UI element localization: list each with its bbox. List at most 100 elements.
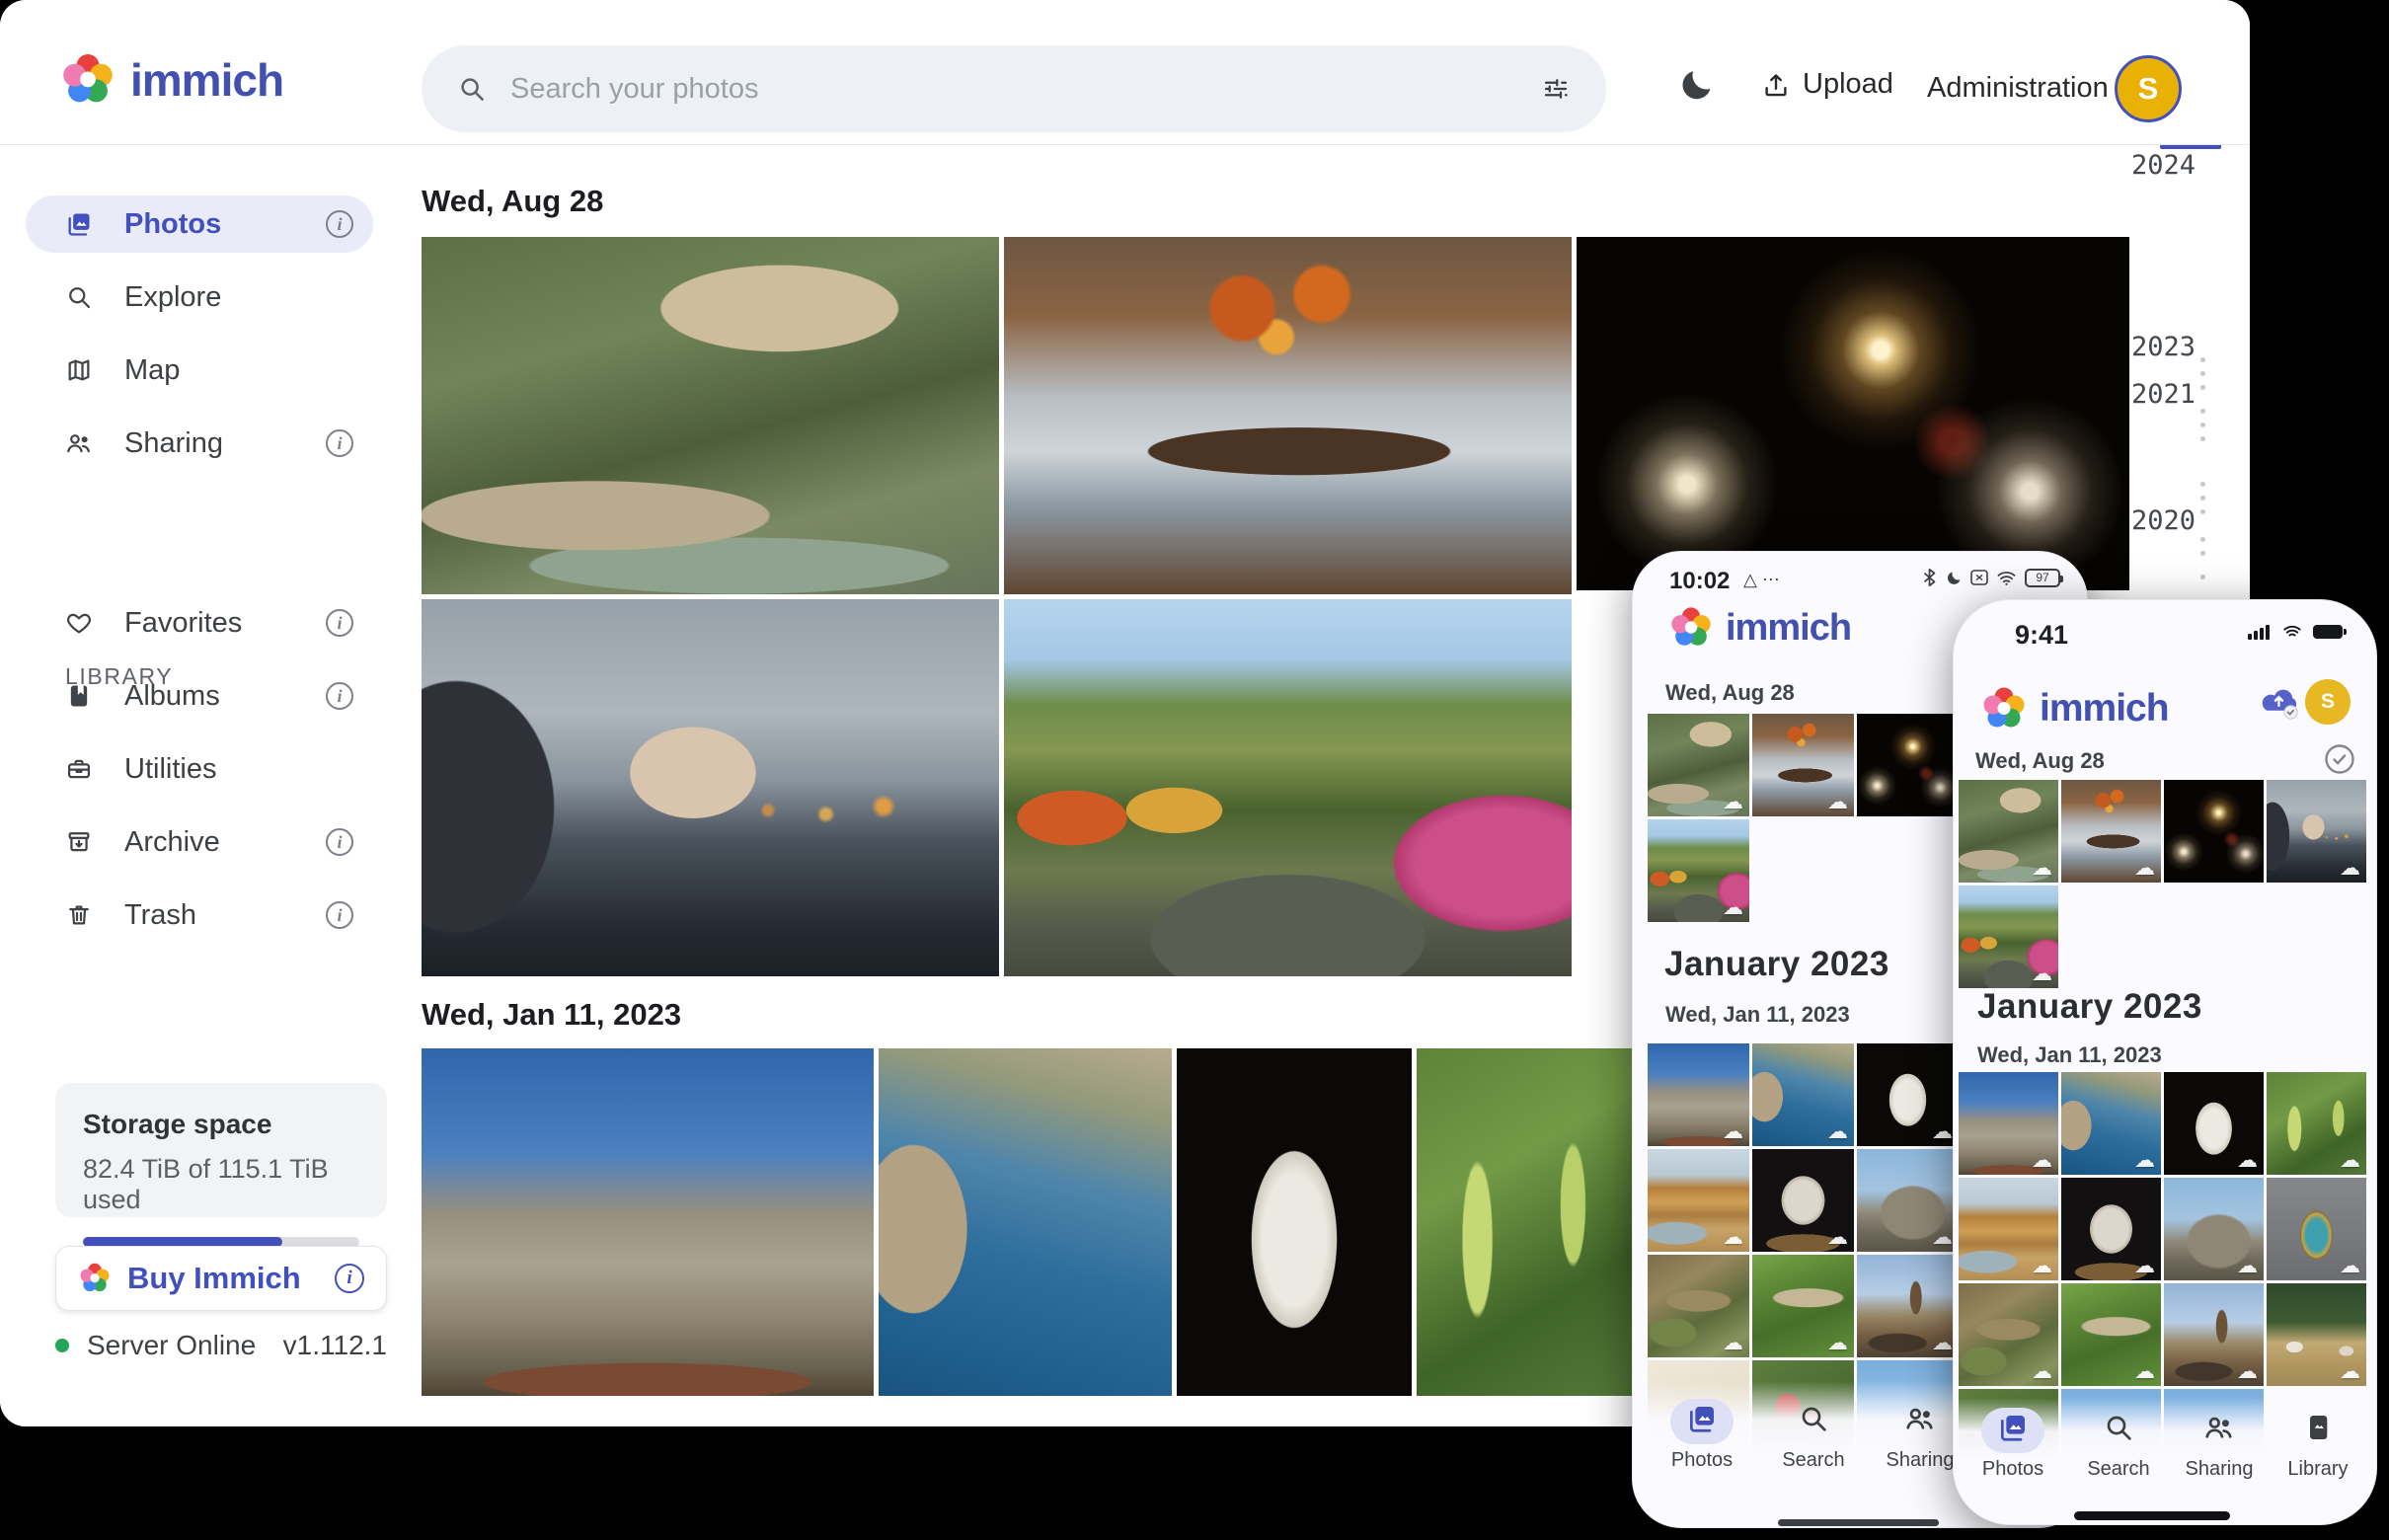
month-heading: January 2023 xyxy=(1664,945,1889,984)
timeline-year[interactable]: 2023 xyxy=(2122,332,2196,362)
bottom-nav: Photos Search Sharing Lib xyxy=(1954,1398,2376,1525)
photo-fortress[interactable] xyxy=(422,1048,874,1396)
server-online-dot xyxy=(55,1339,69,1352)
buy-immich-label: Buy Immich xyxy=(127,1261,301,1296)
photo-bust: ☁ xyxy=(2164,1072,2264,1175)
photos-icon xyxy=(65,210,93,238)
timeline-year[interactable]: 2021 xyxy=(2122,379,2196,410)
info-icon[interactable]: i xyxy=(326,609,353,637)
archive-icon xyxy=(65,828,93,856)
storage-title: Storage space xyxy=(83,1109,359,1140)
date-group-header: Wed, Aug 28 xyxy=(1975,748,2105,774)
sidebar-item-label: Photos xyxy=(124,208,221,241)
immich-flower-icon xyxy=(1668,605,1714,651)
sidebar-item-sharing[interactable]: Sharing i xyxy=(26,415,373,472)
month-heading: January 2023 xyxy=(1977,987,2202,1027)
trash-icon xyxy=(65,901,93,929)
administration-link[interactable]: Administration xyxy=(1921,71,2115,106)
photo-beach-cliff: ☁ xyxy=(1648,1149,1749,1252)
immich-flower-icon xyxy=(1980,685,2028,732)
sidebar-item-map[interactable]: Map xyxy=(26,342,373,399)
explore-search-icon xyxy=(65,283,93,311)
photo-fireworks xyxy=(1857,714,1959,816)
photo-autumn-path: ☁ xyxy=(1959,886,2058,988)
timeline-year[interactable]: 2024 xyxy=(2122,150,2196,181)
upload-button[interactable]: Upload xyxy=(1755,67,1899,102)
photo-ruins: ☁ xyxy=(1857,1149,1959,1252)
info-icon[interactable]: i xyxy=(326,210,353,238)
search-input[interactable] xyxy=(508,72,1519,107)
info-icon[interactable]: i xyxy=(326,828,353,856)
sidebar-item-label: Sharing xyxy=(124,427,223,460)
photo-monkeys[interactable] xyxy=(422,237,999,594)
logo-text: immich xyxy=(1726,607,1851,650)
theme-toggle-button[interactable] xyxy=(1672,65,1722,105)
photo-dinner: ☁ xyxy=(1752,714,1854,816)
photo-berries[interactable] xyxy=(1417,1048,1634,1396)
sidebar-item-photos[interactable]: Photos i xyxy=(26,195,373,253)
sidebar: Photos i Explore Map Sharing xyxy=(0,145,397,1426)
date-group-header: Wed, Aug 28 xyxy=(422,184,603,219)
tab-photos: Photos xyxy=(1965,1412,2060,1481)
immich-logo[interactable]: immich xyxy=(59,51,283,109)
timeline-year[interactable]: 2020 xyxy=(2122,505,2196,536)
photo-bust: ☁ xyxy=(1857,1043,1959,1146)
people-icon xyxy=(1904,1403,1936,1434)
info-icon[interactable]: i xyxy=(326,682,353,710)
moon-icon xyxy=(1946,570,1963,586)
library-icon xyxy=(2302,1412,2334,1443)
sidebar-item-favorites[interactable]: Favorites i xyxy=(26,594,373,652)
photo-lizard-moss: ☁ xyxy=(2061,1283,2161,1386)
status-system-icons xyxy=(2248,624,2343,640)
photo-hands: ☁ xyxy=(2267,780,2366,883)
wifi-icon xyxy=(1996,570,2017,586)
info-icon[interactable]: i xyxy=(326,429,353,457)
search-bar[interactable] xyxy=(422,45,1606,132)
sim-card-icon xyxy=(1970,570,1988,585)
map-icon xyxy=(65,356,93,384)
photo-lizard: ☁ xyxy=(1959,1283,2058,1386)
tab-label: Search xyxy=(1766,1449,1861,1472)
sidebar-item-utilities[interactable]: Utilities xyxy=(26,740,373,798)
tab-label: Sharing xyxy=(2172,1458,2267,1481)
photo-dinner[interactable] xyxy=(1004,237,1572,594)
photos-icon xyxy=(1997,1412,2029,1443)
search-icon xyxy=(1798,1403,1829,1434)
photo-monkeys: ☁ xyxy=(1959,780,2058,883)
sidebar-item-label: Explore xyxy=(124,281,221,314)
buy-immich-button[interactable]: Buy Immich i xyxy=(55,1246,387,1311)
info-icon[interactable]: i xyxy=(326,901,353,929)
sidebar-item-albums[interactable]: Albums i xyxy=(26,667,373,725)
people-icon xyxy=(65,429,93,457)
signal-bars-icon xyxy=(2248,624,2272,640)
upload-icon xyxy=(1761,70,1791,100)
photo-ornate-tower: ☁ xyxy=(2267,1178,2366,1280)
sidebar-item-archive[interactable]: Archive i xyxy=(26,813,373,871)
photo-ruins: ☁ xyxy=(2164,1178,2264,1280)
photo-bust[interactable] xyxy=(1177,1048,1412,1396)
server-status-label: Server Online xyxy=(87,1330,256,1361)
user-avatar[interactable]: S xyxy=(2115,55,2182,122)
photo-hands[interactable] xyxy=(422,599,999,976)
tab-search: Search xyxy=(2071,1412,2166,1481)
tab-label: Photos xyxy=(1655,1449,1749,1472)
search-filters-icon[interactable] xyxy=(1541,74,1571,104)
cloud-backup-icon xyxy=(2258,683,2301,721)
photo-fireworks[interactable] xyxy=(1577,237,2129,590)
search-icon xyxy=(457,74,487,104)
sidebar-item-label: Archive xyxy=(124,826,220,859)
status-time: 10:02 xyxy=(1669,568,1730,595)
immich-flower-icon xyxy=(59,51,116,109)
date-group-header: Wed, Jan 11, 2023 xyxy=(1665,1002,1850,1028)
photo-coastal-town[interactable] xyxy=(879,1048,1172,1396)
tab-photos: Photos xyxy=(1655,1403,1749,1472)
photo-coastal-town: ☁ xyxy=(1752,1043,1854,1146)
logo-text: immich xyxy=(130,53,283,107)
sidebar-item-trash[interactable]: Trash i xyxy=(26,886,373,944)
page: immich Upload xyxy=(0,0,2389,1540)
photo-autumn-path[interactable] xyxy=(1004,599,1572,976)
photo-fortress: ☁ xyxy=(1648,1043,1749,1146)
date-group-header: Wed, Aug 28 xyxy=(1665,680,1795,706)
info-icon[interactable]: i xyxy=(335,1264,364,1293)
sidebar-item-explore[interactable]: Explore xyxy=(26,269,373,326)
